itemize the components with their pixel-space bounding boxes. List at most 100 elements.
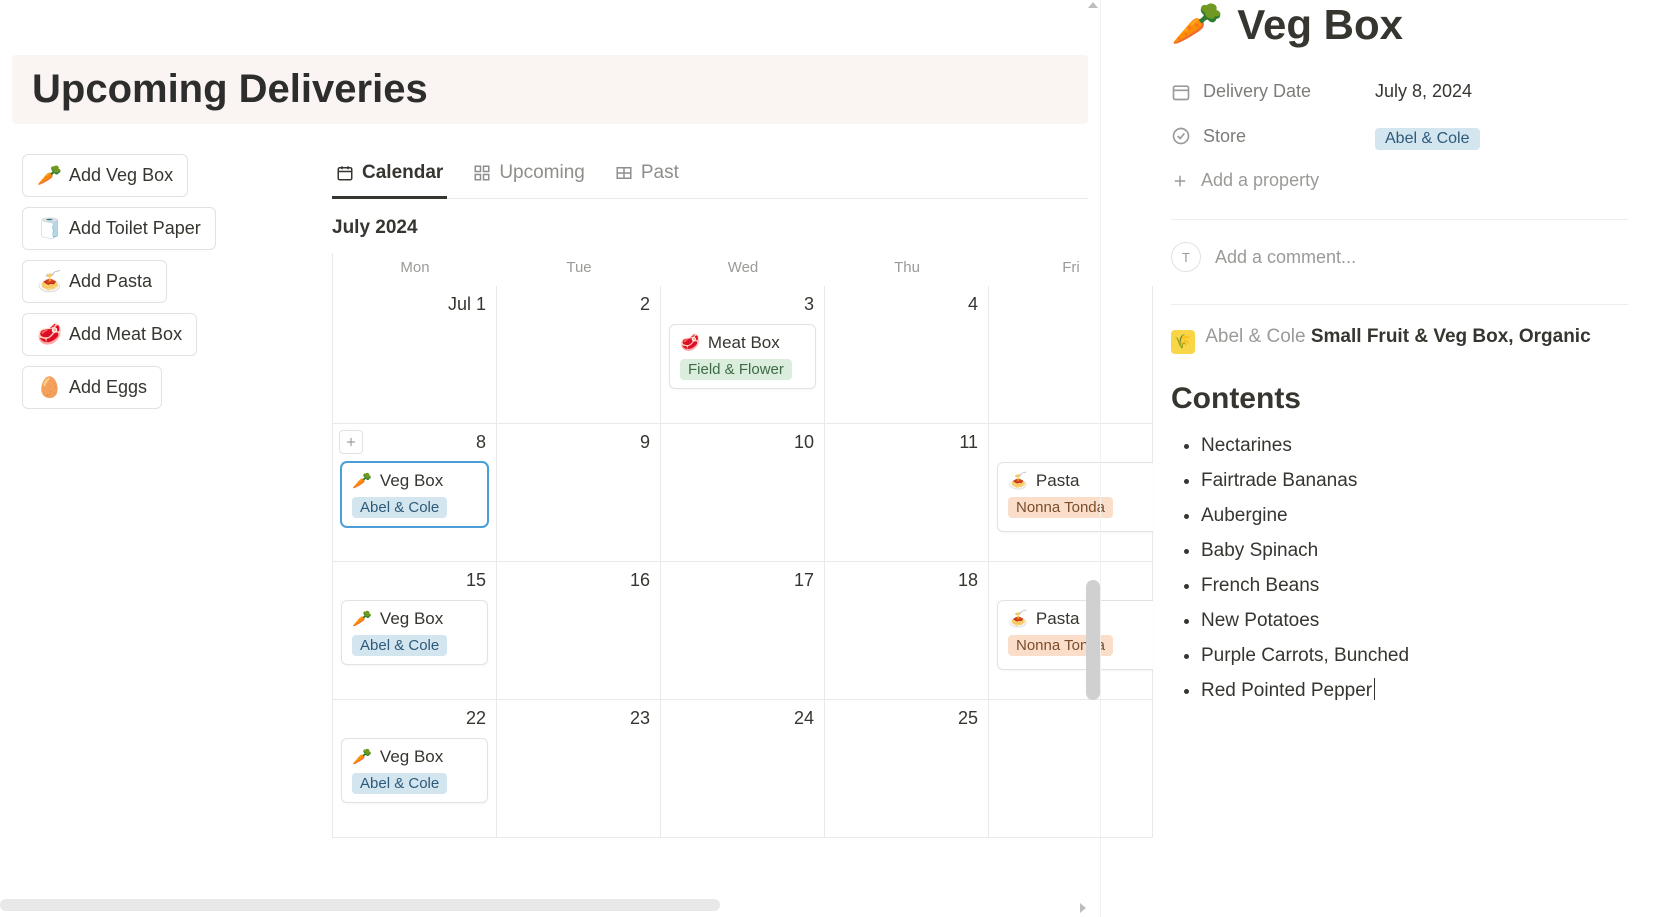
day-number: 8	[476, 432, 486, 453]
calendar-cell[interactable]: 23	[497, 700, 661, 838]
day-number: 15	[466, 570, 486, 591]
event-card[interactable]: 🥕 Veg Box Abel & Cole	[341, 738, 488, 803]
calendar-header-row: MonTueWedThuFri	[333, 253, 1088, 286]
event-card[interactable]: 🥩Meat BoxField & Flower	[669, 324, 816, 389]
divider	[1171, 219, 1628, 220]
day-number: 17	[794, 570, 814, 591]
event-title: Pasta	[1036, 471, 1079, 491]
calendar-cell[interactable]: 3🥩Meat BoxField & Flower	[661, 286, 825, 424]
property-delivery-date[interactable]: Delivery Date July 8, 2024	[1171, 71, 1628, 112]
page-title-text[interactable]: Veg Box	[1237, 1, 1403, 49]
event-title-row: 🥕 Veg Box	[352, 747, 477, 767]
-toilet-paper-icon: 🧻	[37, 216, 59, 241]
tab-upcoming[interactable]: Upcoming	[469, 154, 589, 199]
event-title-row: 🥕Veg Box	[352, 471, 477, 491]
day-number: 4	[968, 294, 978, 315]
calendar-cell[interactable]: 17	[661, 562, 825, 700]
event-title: Pasta	[1036, 609, 1079, 629]
scroll-right-icon[interactable]	[1080, 903, 1086, 913]
quick-add-add-meat-box[interactable]: 🥩Add Meat Box	[22, 313, 197, 356]
contents-item[interactable]: Nectarines	[1201, 428, 1628, 463]
contents-item[interactable]: Aubergine	[1201, 498, 1628, 533]
event-tag: Abel & Cole	[352, 773, 447, 794]
comment-placeholder: Add a comment...	[1215, 247, 1356, 268]
tab-label: Upcoming	[499, 162, 585, 184]
comment-input-row[interactable]: T Add a comment...	[1171, 238, 1628, 286]
event-emoji-icon: 🥩	[680, 333, 700, 353]
event-tag: Abel & Cole	[352, 635, 447, 656]
quick-add-add-pasta[interactable]: 🍝Add Pasta	[22, 260, 167, 303]
tab-label: Calendar	[362, 162, 443, 184]
tab-past[interactable]: Past	[611, 154, 683, 199]
calendar-cell[interactable]: 9	[497, 424, 661, 562]
calendar-cell[interactable]: 15 🥕Veg Box Abel & Cole	[333, 562, 497, 700]
horizontal-scrollbar[interactable]	[0, 899, 720, 911]
calendar-cell[interactable]: 4	[825, 286, 989, 424]
quick-add-add-eggs[interactable]: 🥚Add Eggs	[22, 366, 162, 409]
board-icon	[473, 164, 491, 182]
event-card[interactable]: 🥕Veg Box Abel & Cole	[341, 462, 488, 527]
calendar-cell[interactable]: 2	[497, 286, 661, 424]
contents-heading: Contents	[1171, 382, 1628, 416]
day-number: 3	[804, 294, 814, 315]
calendar-cell[interactable]: 22 🥕 Veg Box Abel & Cole	[333, 700, 497, 838]
contents-item[interactable]: Purple Carrots, Bunched	[1201, 638, 1628, 673]
event-title: Meat Box	[708, 333, 780, 353]
calendar-cell[interactable]: 16	[497, 562, 661, 700]
quick-add-add-veg-box[interactable]: 🥕Add Veg Box	[22, 154, 188, 197]
add-event-button[interactable]	[339, 430, 363, 454]
event-title-row: 🥕Veg Box	[352, 609, 477, 629]
contents-item[interactable]: New Potatoes	[1201, 603, 1628, 638]
contents-item[interactable]: Baby Spinach	[1201, 533, 1628, 568]
contents-list: NectarinesFairtrade BananasAubergineBaby…	[1171, 428, 1628, 709]
event-title: Veg Box	[380, 747, 443, 767]
day-number: 22	[466, 708, 486, 729]
calendar-week-row: 8🥕Veg BoxAbel & Cole91011🍝PastaNonna Ton…	[333, 424, 1088, 562]
calendar-cell[interactable]: 24	[661, 700, 825, 838]
day-number: 23	[630, 708, 650, 729]
plus-icon	[344, 435, 358, 449]
property-label: Store	[1203, 126, 1363, 147]
product-source: Abel & Cole	[1205, 326, 1305, 347]
event-emoji-icon: 🥕	[352, 747, 372, 767]
contents-item[interactable]: French Beans	[1201, 568, 1628, 603]
product-link[interactable]: 🌾 Abel & Cole Small Fruit & Veg Box, Org…	[1171, 323, 1628, 354]
plus-icon	[1171, 172, 1189, 190]
property-store[interactable]: Store Abel & Cole	[1171, 112, 1628, 160]
contents-item[interactable]: Red Pointed Pepper	[1201, 673, 1628, 708]
content-row: 🥕Add Veg Box 🧻Add Toilet Paper 🍝Add Pasta 🥩…	[12, 154, 1088, 838]
day-number: Jul 1	[448, 294, 486, 315]
day-number: 25	[958, 708, 978, 729]
day-header: Tue	[497, 253, 661, 286]
vertical-scrollbar[interactable]	[1086, 580, 1100, 700]
event-tag: Abel & Cole	[352, 497, 447, 518]
calendar-cell[interactable]: Jul 1	[333, 286, 497, 424]
quick-add-label: Add Meat Box	[69, 324, 182, 345]
quick-add-list: 🥕Add Veg Box 🧻Add Toilet Paper 🍝Add Pasta 🥩…	[12, 154, 332, 838]
contents-item[interactable]: Fairtrade Bananas	[1201, 463, 1628, 498]
day-number: 24	[794, 708, 814, 729]
event-card[interactable]: 🥕Veg Box Abel & Cole	[341, 600, 488, 665]
calendar-icon	[1171, 82, 1191, 102]
page-title: Upcoming Deliveries	[32, 67, 1068, 112]
add-property-button[interactable]: Add a property	[1171, 160, 1628, 201]
event-title: Veg Box	[380, 471, 443, 491]
divider	[1171, 304, 1628, 305]
scroll-up-icon[interactable]	[1088, 2, 1098, 8]
quick-add-add-toilet-paper[interactable]: 🧻Add Toilet Paper	[22, 207, 216, 250]
day-number: 9	[640, 432, 650, 453]
property-value[interactable]: Abel & Cole	[1375, 122, 1480, 150]
calendar-cell[interactable]: 11	[825, 424, 989, 562]
property-value[interactable]: July 8, 2024	[1375, 81, 1472, 102]
day-header: Mon	[333, 253, 497, 286]
calendar-cell[interactable]: 10	[661, 424, 825, 562]
tab-label: Past	[641, 162, 679, 184]
calendar-cell[interactable]: 8 🥕Veg Box Abel & Cole	[333, 424, 497, 562]
event-title-row: 🥩 Meat Box	[680, 333, 805, 353]
page-emoji[interactable]: 🥕	[1171, 0, 1223, 49]
calendar-cell[interactable]: 18	[825, 562, 989, 700]
properties: Delivery Date July 8, 2024 Store Abel & …	[1171, 71, 1628, 201]
tab-calendar[interactable]: Calendar	[332, 154, 447, 199]
calendar-cell[interactable]: 25	[825, 700, 989, 838]
page-title-row: 🥕 Veg Box	[1171, 0, 1628, 49]
